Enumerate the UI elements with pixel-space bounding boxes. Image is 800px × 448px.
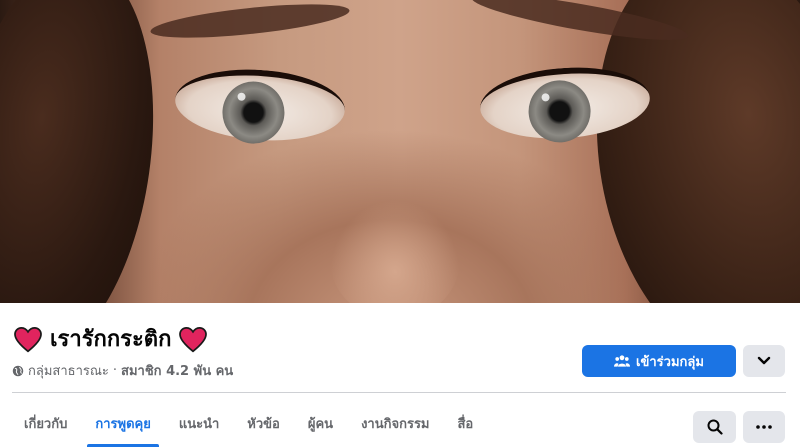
heart-icon — [14, 327, 42, 353]
group-dropdown-button[interactable] — [743, 345, 785, 377]
chevron-down-icon — [757, 356, 771, 365]
cover-nose — [330, 200, 460, 303]
group-icon — [614, 355, 631, 367]
tab-featured[interactable]: แนะนำ — [165, 403, 233, 447]
heart-icon — [179, 327, 208, 353]
group-tabs: เกี่ยวกับ การพูดคุย แนะนำ หัวข้อ ผู้คน ง… — [12, 403, 487, 447]
cover-brow-left — [149, 0, 351, 45]
cover-hair-right — [565, 0, 800, 303]
header-divider — [12, 392, 786, 393]
tab-discussion[interactable]: การพูดคุย — [81, 403, 164, 447]
group-search-button[interactable] — [693, 411, 736, 443]
tab-people[interactable]: ผู้คน — [294, 403, 347, 447]
group-members-count[interactable]: สมาชิก 4.2 พัน คน — [121, 360, 233, 381]
group-title-row: เรารักกระติก — [14, 325, 208, 355]
group-meta: กลุ่มสาธารณะ · สมาชิก 4.2 พัน คน — [12, 360, 233, 381]
join-group-button[interactable]: เข้าร่วมกลุ่ม — [582, 345, 736, 377]
tab-about[interactable]: เกี่ยวกับ — [12, 403, 81, 447]
meta-separator: · — [112, 363, 118, 378]
more-icon — [756, 425, 772, 429]
group-title[interactable]: เรารักกระติก — [50, 325, 171, 355]
group-privacy: กลุ่มสาธารณะ — [28, 364, 109, 379]
tab-events[interactable]: งานกิจกรรม — [347, 403, 443, 447]
more-options-button[interactable] — [743, 411, 785, 443]
globe-icon — [12, 365, 24, 376]
tab-topics[interactable]: หัวข้อ — [233, 403, 294, 447]
join-group-label: เข้าร่วมกลุ่ม — [636, 354, 704, 370]
group-header: เรารักกระติก กลุ่มสาธารณะ · สมาชิก 4.2 พ… — [0, 303, 800, 448]
cover-hair-left — [0, 0, 177, 303]
search-icon — [707, 419, 723, 435]
tab-media[interactable]: สื่อ — [444, 403, 488, 447]
cover-eye-left — [172, 64, 348, 146]
cover-photo[interactable] — [0, 0, 800, 303]
